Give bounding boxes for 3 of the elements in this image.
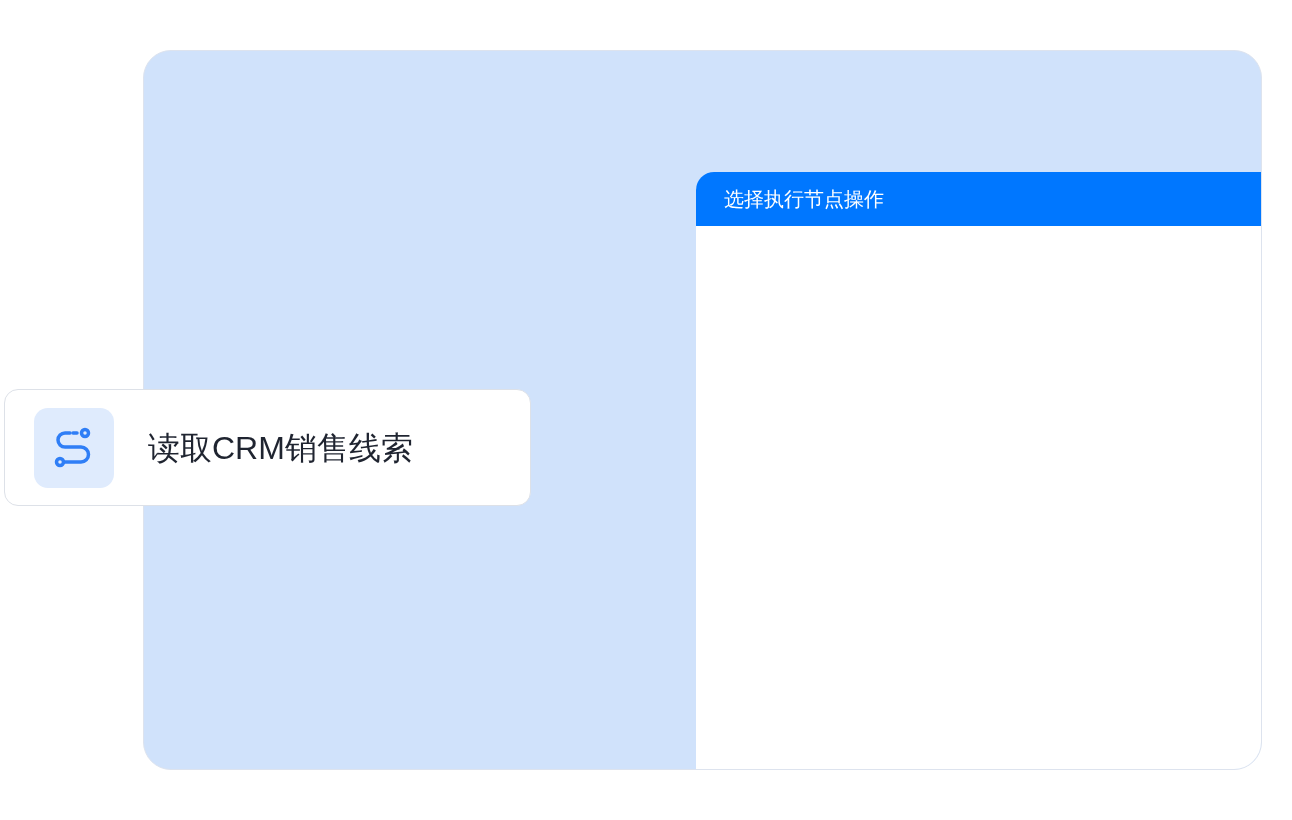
node-card[interactable]: 读取CRM销售线索: [4, 389, 531, 506]
node-label: 读取CRM销售线索: [148, 428, 413, 468]
panel-title: 选择执行节点操作: [724, 187, 884, 212]
